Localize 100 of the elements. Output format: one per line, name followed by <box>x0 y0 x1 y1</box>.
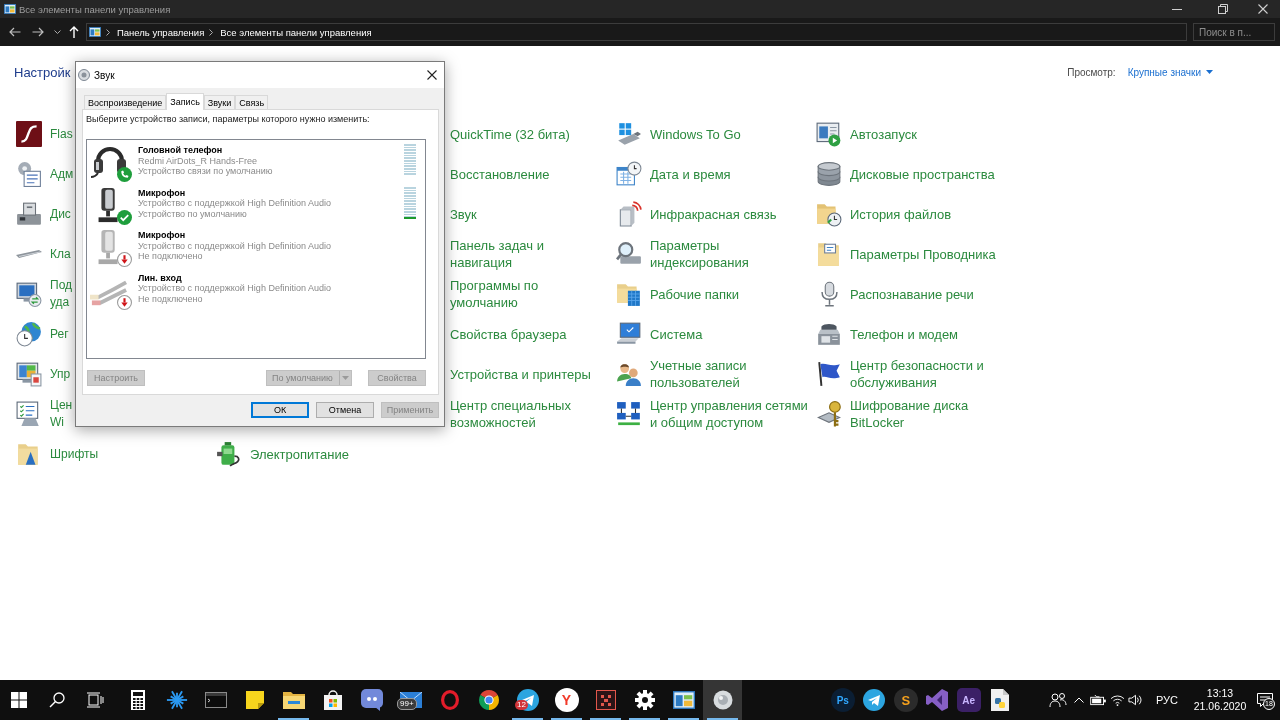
applet-link[interactable]: Рег <box>50 325 69 343</box>
applet-link[interactable]: Рабочие папки <box>650 285 739 303</box>
applet-link[interactable]: Windows To Go <box>650 125 741 143</box>
applet-link[interactable]: Программы по умолчанию <box>450 277 539 311</box>
view-dropdown[interactable]: Крупные значки <box>1127 66 1213 78</box>
applet-link[interactable]: Центр управления сетями и общим доступом <box>650 397 808 431</box>
magnifier-icon[interactable] <box>616 241 642 267</box>
applet-link[interactable]: Звук <box>450 205 477 223</box>
speaker-icon <box>712 690 733 710</box>
taskbar-button[interactable]: Ae <box>953 680 985 720</box>
dialog-button[interactable]: ОК <box>251 402 309 418</box>
back-arrow-icon[interactable] <box>9 27 21 37</box>
applet-link[interactable]: Упр <box>50 365 71 383</box>
applet-link[interactable]: Дисковые пространства <box>850 165 995 183</box>
applet-link[interactable]: Центр специальных возможностей <box>450 397 571 431</box>
tools-document-icon[interactable] <box>16 161 42 187</box>
applet-link[interactable]: Дата и время <box>650 165 731 183</box>
applet-link[interactable]: Цен Wi <box>50 397 73 431</box>
wifi-icon[interactable] <box>1109 694 1125 706</box>
applet-link[interactable]: Параметры Проводника <box>850 245 996 263</box>
forward-arrow-icon[interactable] <box>32 27 44 37</box>
network-icon[interactable] <box>616 401 642 427</box>
swoosh-icon[interactable] <box>16 121 42 147</box>
taskbar-button[interactable]: S <box>890 680 922 720</box>
applet-link[interactable]: Flas <box>50 125 73 143</box>
disk-stack-icon[interactable] <box>816 161 842 187</box>
users-icon[interactable] <box>616 361 642 387</box>
input-language[interactable]: РУС <box>1156 694 1178 706</box>
restore-icon[interactable] <box>1218 4 1228 14</box>
taskbar-button[interactable]: 12 <box>508 680 547 720</box>
applet-link[interactable]: Устройства и принтеры <box>450 365 591 383</box>
device-status: Устройство по умолчанию <box>138 208 248 219</box>
applet-link[interactable]: Кла <box>50 245 71 263</box>
telephone-icon[interactable] <box>816 321 842 347</box>
work-folder-icon[interactable] <box>616 281 642 307</box>
taskbar-button[interactable]: Y <box>547 680 586 720</box>
search-field[interactable]: Поиск в п... <box>1193 23 1275 41</box>
applet-link[interactable]: Телефон и модем <box>850 325 959 343</box>
tab[interactable]: Воспроизведение <box>84 95 167 109</box>
dialog-button[interactable]: Отмена <box>316 402 374 418</box>
applet-link[interactable]: Свойства браузера <box>450 325 567 343</box>
applet-link[interactable]: Шрифты <box>50 445 99 463</box>
applet-link[interactable]: Шифрование диска BitLocker <box>850 397 969 431</box>
applet-link[interactable]: Система <box>650 325 703 343</box>
checklist-monitor-icon[interactable] <box>16 401 42 427</box>
microphone-icon[interactable] <box>820 281 838 307</box>
calendar-clock-icon[interactable] <box>616 161 642 187</box>
tab[interactable]: Связь <box>235 95 269 109</box>
minimize-icon[interactable] <box>1172 8 1182 10</box>
chevron-down-icon[interactable] <box>54 30 61 34</box>
start-icon[interactable] <box>11 692 27 708</box>
tab[interactable]: Запись <box>166 93 204 110</box>
task-view-icon[interactable] <box>86 692 104 708</box>
folder-clock-icon[interactable] <box>816 201 842 227</box>
applet-link[interactable]: История файлов <box>850 205 952 223</box>
taskbar-button[interactable]: 99+ <box>391 680 430 720</box>
battery-icon[interactable] <box>1089 694 1107 706</box>
monitor-icon[interactable] <box>16 281 42 307</box>
chevron-up-icon[interactable] <box>1074 697 1084 703</box>
applet-link[interactable]: Адм <box>50 165 74 183</box>
up-arrow-icon[interactable] <box>69 26 79 38</box>
globe-clock-icon[interactable] <box>16 321 42 347</box>
volume-icon[interactable] <box>1127 694 1143 706</box>
applet-link[interactable]: Инфракрасная связь <box>650 205 777 223</box>
keyboard-icon[interactable] <box>16 250 42 258</box>
applet-link[interactable]: Панель задач и навигация <box>450 237 544 271</box>
usb-drive-icon[interactable] <box>616 121 642 147</box>
color-monitor-icon[interactable] <box>16 361 42 387</box>
breadcrumb-item[interactable]: Панель управления <box>117 26 205 38</box>
window-chart-icon <box>89 27 101 37</box>
folder-document-icon[interactable] <box>816 241 842 267</box>
page-heading: Настройк <box>14 64 71 80</box>
address-bar[interactable]: Панель управления Все элементы панели управления <box>86 23 1187 41</box>
caret-icon <box>1206 70 1213 74</box>
device-list[interactable] <box>86 139 426 359</box>
computer-icon[interactable] <box>616 321 642 347</box>
flag-icon[interactable] <box>816 361 842 387</box>
close-icon[interactable] <box>427 70 437 80</box>
applet-link[interactable]: Автозапуск <box>850 125 917 143</box>
applet-link[interactable]: QuickTime (32 бита) <box>450 125 570 143</box>
people-icon[interactable] <box>1049 692 1067 708</box>
applet-link[interactable]: Под уда <box>50 277 73 311</box>
applet-link[interactable]: Распознавание речи <box>850 285 974 303</box>
applet-link[interactable]: Центр безопасности и обслуживания <box>850 357 984 391</box>
search-icon[interactable] <box>49 692 65 708</box>
breadcrumb-item[interactable]: Все элементы панели управления <box>220 26 372 38</box>
applet-link[interactable]: Учетные записи пользователей <box>650 357 747 391</box>
applet-link[interactable]: Восстановление <box>450 165 550 183</box>
clock[interactable]: 13:13 21.06.2020 <box>1190 680 1250 720</box>
taskbar-button[interactable]: Ps <box>827 680 859 720</box>
o-ring-icon <box>440 690 459 710</box>
taskbar-button[interactable] <box>703 680 742 720</box>
autoplay-icon[interactable] <box>816 121 842 147</box>
tab[interactable]: Звуки <box>203 95 236 109</box>
applet-link[interactable]: Параметры индексирования <box>650 237 749 271</box>
devices-icon[interactable] <box>16 201 42 227</box>
keys-icon[interactable] <box>817 401 841 427</box>
applet-link[interactable]: Дис <box>50 205 71 223</box>
battery-plug-icon[interactable] <box>216 441 242 467</box>
applet-link[interactable]: Электропитание <box>250 445 349 463</box>
